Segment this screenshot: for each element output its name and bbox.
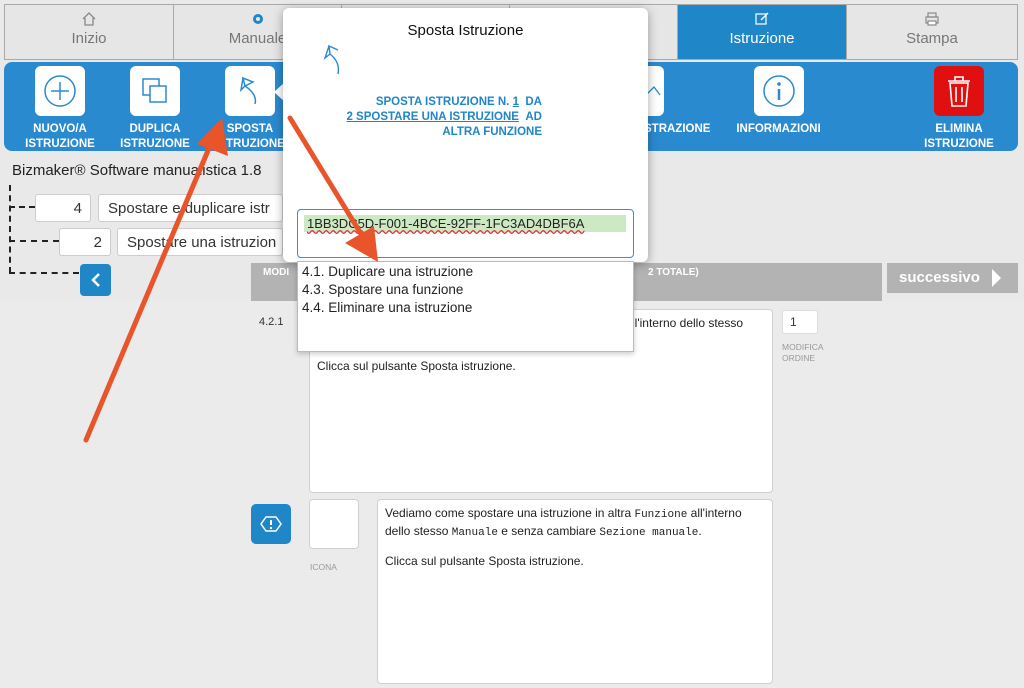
breadcrumb-number[interactable]: 4 xyxy=(35,194,91,222)
tab-label: Istruzione xyxy=(729,30,795,47)
icon-slot[interactable] xyxy=(309,499,359,549)
input-value: 1BB3DC5D-F001-4BCE-92FF-1FC3AD4DBF6A xyxy=(304,215,626,232)
instruction-paragraph: Clicca sul pulsante Sposta istruzione. xyxy=(385,554,584,568)
label: ISTRUZIONE xyxy=(924,138,994,150)
text: DA xyxy=(525,96,542,108)
printer-icon xyxy=(925,12,939,26)
plus-circle-icon xyxy=(44,75,76,107)
new-instruction-button[interactable]: NUOVO/A ISTRUZIONE xyxy=(10,66,110,152)
info-icon xyxy=(762,75,795,107)
dropdown-option[interactable]: 4.3. Spostare una funzione xyxy=(298,281,633,299)
duplicate-icon xyxy=(142,78,167,103)
label: INFORMAZIONI xyxy=(736,123,821,135)
home-icon xyxy=(82,12,96,26)
tab-label: Stampa xyxy=(906,30,958,47)
instruction-text-card[interactable]: Vediamo come spostare una istruzione in … xyxy=(377,499,773,684)
order-label: MODIFICA ORDINE xyxy=(782,342,824,364)
tree-connector xyxy=(9,185,11,273)
dropdown-option[interactable]: 4.1. Duplicare una istruzione xyxy=(298,263,633,281)
duplicate-instruction-button[interactable]: DUPLICA ISTRUZIONE xyxy=(105,66,205,152)
order-input[interactable]: 1 xyxy=(782,310,818,334)
warning-icon-button[interactable] xyxy=(251,504,291,544)
text: Vediamo come spostare una istruzione in … xyxy=(385,506,632,520)
previous-button[interactable] xyxy=(80,264,111,296)
tab-istruzione[interactable]: Istruzione xyxy=(678,5,847,59)
move-arrow-icon xyxy=(239,76,257,105)
text: dello stesso xyxy=(385,524,449,538)
keyword: Sezione manuale xyxy=(599,527,699,539)
label: MODIFICA xyxy=(782,342,824,352)
move-arrow-icon xyxy=(323,44,340,75)
text: SPOSTA ISTRUZIONE N. xyxy=(375,96,510,108)
breadcrumb-number[interactable]: 2 xyxy=(59,228,111,256)
chevron-right-icon xyxy=(992,269,1001,287)
breadcrumb-function[interactable]: Spostare e duplicare istr xyxy=(98,194,283,222)
tab-inizio[interactable]: Inizio xyxy=(5,5,174,59)
tree-connector xyxy=(9,206,35,208)
label: ISTRUZIONE xyxy=(25,138,95,150)
text: AD xyxy=(525,111,542,123)
next-button[interactable]: successivo xyxy=(887,263,1018,293)
tab-stampa[interactable]: Stampa xyxy=(847,5,1017,59)
edit-icon xyxy=(755,12,769,25)
instruction-paragraph: Vediamo come spostare una istruzione in … xyxy=(385,505,765,541)
warning-icon xyxy=(260,516,282,532)
app-title: Bizmaker® Software manualistica 1.8 xyxy=(12,162,262,179)
keyword: Manuale xyxy=(451,527,498,539)
strip-label: 2 TOTALE) xyxy=(648,267,699,278)
text: ALTRA FUNZIONE xyxy=(442,126,542,138)
label: NUOVO/A xyxy=(33,123,87,135)
popover-description: SPOSTA ISTRUZIONE N. 1 DA 2 SPOSTARE UNA… xyxy=(346,95,542,140)
label: ISTRUZIONE xyxy=(120,138,190,150)
keyword: Funzione xyxy=(634,509,688,521)
text: . xyxy=(698,524,702,538)
chevron-left-icon xyxy=(90,273,100,287)
popover-title: Sposta Istruzione xyxy=(407,22,524,39)
text: 2 SPOSTARE UNA ISTRUZIONE xyxy=(346,111,519,123)
dropdown-option[interactable]: 4.4. Eliminare una istruzione xyxy=(298,299,633,317)
info-button[interactable]: INFORMAZIONI xyxy=(726,66,831,137)
gear-icon xyxy=(252,14,263,24)
label: ELIMINA xyxy=(935,123,983,135)
step-number: 4.2.1 xyxy=(259,316,284,328)
function-dropdown[interactable]: 4.1. Duplicare una istruzione 4.3. Spost… xyxy=(297,261,634,352)
move-instruction-popover: Sposta Istruzione SPOSTA ISTRUZIONE N. 1… xyxy=(283,8,648,262)
text: 1 xyxy=(512,96,519,108)
text: e senza cambiare xyxy=(501,524,596,538)
step-text: Clicca sul pulsante Sposta istruzione. xyxy=(317,359,516,373)
label: STRAZIONE xyxy=(644,123,711,135)
tree-connector xyxy=(9,272,79,274)
next-label: successivo xyxy=(899,269,980,286)
tree-connector xyxy=(9,240,59,242)
strip-label: MODI xyxy=(263,267,290,278)
text: all'interno xyxy=(690,506,742,520)
step-text: ll'interno dello stesso xyxy=(632,316,744,330)
trash-icon xyxy=(948,76,970,107)
delete-instruction-button[interactable]: ELIMINA ISTRUZIONE xyxy=(909,66,1009,152)
icon-label: ICONA xyxy=(310,562,337,572)
breadcrumb-instruction[interactable]: Spostare una istruzion xyxy=(117,228,283,256)
label: DUPLICA xyxy=(129,123,181,135)
target-function-input[interactable]: 1BB3DC5D-F001-4BCE-92FF-1FC3AD4DBF6A xyxy=(297,209,634,258)
image-icon xyxy=(646,86,661,96)
label: ORDINE xyxy=(782,353,816,363)
tab-label: Inizio xyxy=(71,30,107,47)
